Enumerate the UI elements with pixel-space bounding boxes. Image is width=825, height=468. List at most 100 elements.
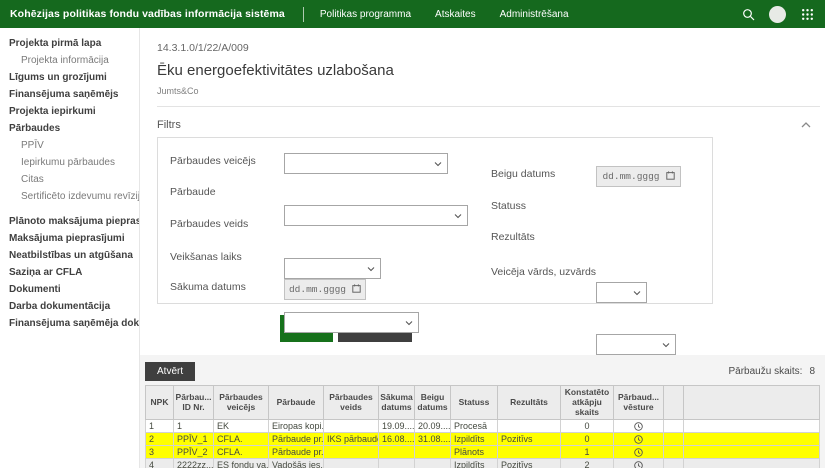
label-beigu-datums: Beigu datums xyxy=(491,168,555,180)
sakuma-datums-input[interactable]: dd.mm.gggg xyxy=(284,279,366,300)
search-icon[interactable] xyxy=(740,6,756,22)
calendar-icon xyxy=(666,171,675,183)
user-avatar[interactable] xyxy=(769,6,786,23)
beigu-datums-placeholder: dd.mm.gggg xyxy=(602,171,659,182)
cell-empty xyxy=(684,433,820,446)
cell-statuss: Plānots xyxy=(451,446,498,459)
table-row[interactable]: 3 PPĪV_2 CFLA. Pārbaude pr... Plānots 1 xyxy=(146,446,820,459)
sidebar-item-sazina-ar-cfla[interactable]: Saziņa ar CFLA xyxy=(0,264,139,281)
topbar-divider xyxy=(303,7,304,22)
sidebar-item-iepirkumu-parbaudes[interactable]: Iepirkumu pārbaudes xyxy=(0,154,139,171)
veiksanas-laiks-select[interactable] xyxy=(284,312,419,333)
sidebar-item-projekta-pirma-lapa[interactable]: Projekta pirmā lapa xyxy=(0,35,139,52)
statuss-select[interactable] xyxy=(596,282,647,303)
cell-id: 1 xyxy=(174,420,214,433)
rezultats-select[interactable] xyxy=(596,334,676,355)
col-statuss[interactable]: Statuss xyxy=(451,386,498,420)
sidebar-item-ppiv[interactable]: PPĪV xyxy=(0,137,139,154)
col-parbaud-vesture[interactable]: Pārbaud... vēsture xyxy=(614,386,664,420)
col-parbaudes-veids[interactable]: Pārbaudes veids xyxy=(324,386,379,420)
chevron-down-icon xyxy=(367,266,375,271)
results-count-value: 8 xyxy=(809,366,815,377)
cell-id: 2222zz... xyxy=(174,459,214,468)
sidebar-item-finansejuma-sanemeja-dokumenti[interactable]: Finansējuma saņēmēja dokume... xyxy=(0,315,139,332)
sidebar-item-neatbilstibas-un-atgusana[interactable]: Neatbilstības un atgūšana xyxy=(0,247,139,264)
sidebar-item-sertificeto-izdevumu-revizija[interactable]: Sertificēto izdevumu revīzija xyxy=(0,188,139,205)
cell-id: PPĪV_2 xyxy=(174,446,214,459)
cell-rezultats xyxy=(498,446,561,459)
project-code: 14.3.1.0/1/22/A/009 xyxy=(157,42,825,54)
cell-statuss: Izpildīts xyxy=(451,459,498,468)
cell-parbaude: Pārbaude pr... xyxy=(269,446,324,459)
col-empty-1 xyxy=(664,386,684,420)
sidebar-item-dokumenti[interactable]: Dokumenti xyxy=(0,281,139,298)
cell-beigu xyxy=(415,459,451,468)
col-parbaudes-veicejs[interactable]: Pārbaudes veicējs xyxy=(214,386,269,420)
cell-empty xyxy=(664,459,684,468)
col-konstateto-atkapju-skaits[interactable]: Konstatēto atkāpju skaits xyxy=(561,386,614,420)
history-icon[interactable] xyxy=(634,461,643,468)
sidebar-item-ligums-un-grozijumi[interactable]: Līgums un grozījumi xyxy=(0,69,139,86)
cell-empty xyxy=(684,446,820,459)
cell-veicejs: EK xyxy=(214,420,269,433)
cell-veicejs: CFLA. xyxy=(214,446,269,459)
results-section: Atvērt Pārbaužu skaits:8 NPK Pārbau... I… xyxy=(140,355,825,468)
cell-empty xyxy=(664,446,684,459)
checks-table: NPK Pārbau... ID Nr. Pārbaudes veicējs P… xyxy=(145,385,820,468)
cell-veids xyxy=(324,446,379,459)
app-title: Kohēzijas politikas fondu vadības inform… xyxy=(10,8,285,20)
chevron-down-icon xyxy=(454,213,462,218)
project-subtitle: Jumts&Co xyxy=(157,86,825,96)
parbaudes-veids-select[interactable] xyxy=(284,258,381,279)
cell-veicejs: CFLA. xyxy=(214,433,269,446)
filter-title: Filtrs xyxy=(157,119,181,131)
parbaude-select[interactable] xyxy=(284,205,468,226)
label-veiksanas-laiks: Veikšanas laiks xyxy=(170,251,242,263)
col-empty-2 xyxy=(684,386,820,420)
cell-veids xyxy=(324,459,379,468)
cell-npk: 4 xyxy=(146,459,174,468)
open-button[interactable]: Atvērt xyxy=(145,362,195,381)
cell-sakuma: 19.09.... xyxy=(379,420,415,433)
parbaudes-veicejs-select[interactable] xyxy=(284,153,448,174)
beigu-datums-input[interactable]: dd.mm.gggg xyxy=(596,166,681,187)
sidebar-item-parbaudes[interactable]: Pārbaudes xyxy=(0,120,139,137)
label-parbaudes-veids: Pārbaudes veids xyxy=(170,218,248,230)
cell-sakuma xyxy=(379,446,415,459)
col-parbaudes-id[interactable]: Pārbau... ID Nr. xyxy=(174,386,214,420)
table-row[interactable]: 4 2222zz... ES fondu va... Vadošās ies..… xyxy=(146,459,820,468)
sidebar-item-citas[interactable]: Citas xyxy=(0,171,139,188)
nav-atskaites[interactable]: Atskaites xyxy=(435,9,476,20)
cell-parbaude: Eiropas kopi... xyxy=(269,420,324,433)
history-icon[interactable] xyxy=(634,422,643,431)
cell-beigu xyxy=(415,446,451,459)
nav-politikas-programma[interactable]: Politikas programma xyxy=(320,9,411,20)
sidebar-item-projekta-informacija[interactable]: Projekta informācija xyxy=(0,52,139,69)
nav-administresana[interactable]: Administrēšana xyxy=(500,9,569,20)
sidebar-item-darba-dokumentacija[interactable]: Darba dokumentācija xyxy=(0,298,139,315)
sidebar-item-planoto-maksajuma-pieprasijumi[interactable]: Plānoto maksājuma pieprasījum... xyxy=(0,213,139,230)
chevron-down-icon xyxy=(662,342,670,347)
col-beigu-datums[interactable]: Beigu datums xyxy=(415,386,451,420)
cell-empty xyxy=(664,420,684,433)
label-veiceja-vards: Veicēja vārds, uzvārds xyxy=(491,266,596,278)
sidebar-item-maksajuma-pieprasijumi[interactable]: Maksājuma pieprasījumi xyxy=(0,230,139,247)
label-statuss: Statuss xyxy=(491,200,526,212)
history-icon[interactable] xyxy=(634,435,643,444)
col-rezultats[interactable]: Rezultāts xyxy=(498,386,561,420)
col-npk[interactable]: NPK xyxy=(146,386,174,420)
col-sakuma-datums[interactable]: Sākuma datums xyxy=(379,386,415,420)
sidebar: Projekta pirmā lapa Projekta informācija… xyxy=(0,28,140,468)
top-bar: Kohēzijas politikas fondu vadības inform… xyxy=(0,0,825,28)
history-icon[interactable] xyxy=(634,448,643,457)
sidebar-item-finansejuma-sanemejs[interactable]: Finansējuma saņēmējs xyxy=(0,86,139,103)
sidebar-item-projekta-iepirkumi[interactable]: Projekta iepirkumi xyxy=(0,103,139,120)
table-row[interactable]: 1 1 EK Eiropas kopi... 19.09.... 20.09..… xyxy=(146,420,820,433)
page-title: Ēku energoefektivitātes uzlabošana xyxy=(157,62,825,79)
apps-grid-icon[interactable] xyxy=(799,6,815,22)
cell-veids xyxy=(324,420,379,433)
table-row[interactable]: 2 PPĪV_1 CFLA. Pārbaude pr... IKS pārbau… xyxy=(146,433,820,446)
table-header-row: NPK Pārbau... ID Nr. Pārbaudes veicējs P… xyxy=(146,386,820,420)
col-parbaude[interactable]: Pārbaude xyxy=(269,386,324,420)
chevron-up-icon[interactable] xyxy=(801,122,811,128)
